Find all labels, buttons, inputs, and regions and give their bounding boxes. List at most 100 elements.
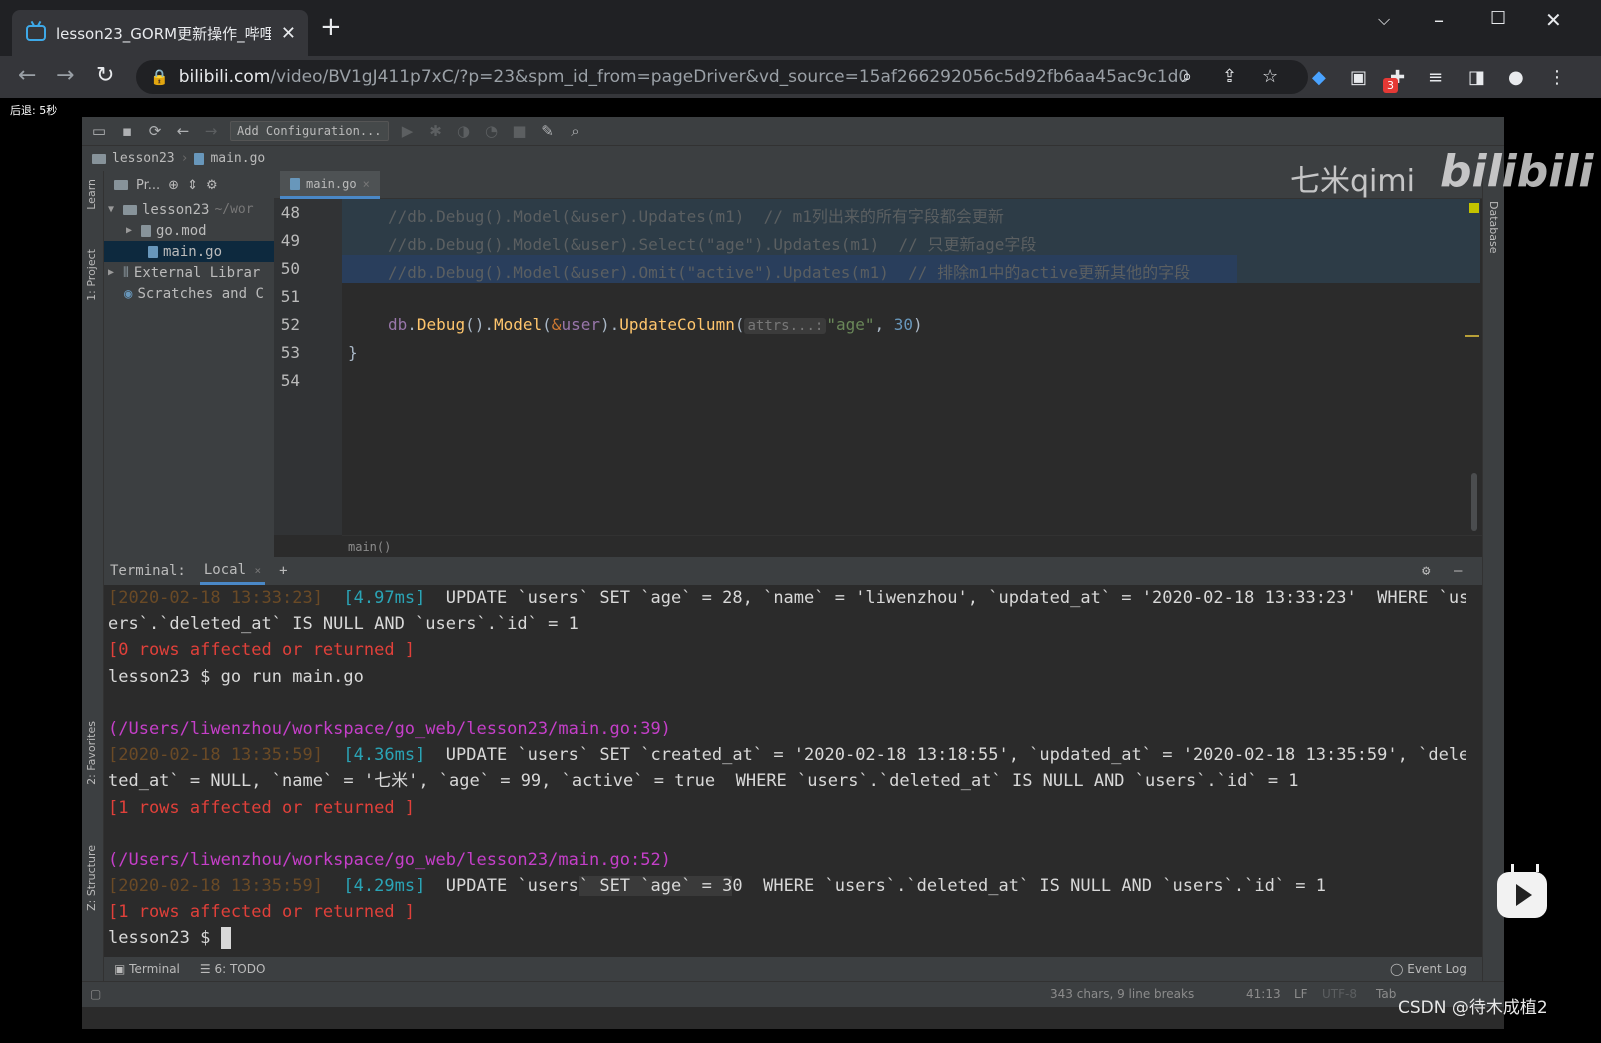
parameter-hint: attrs...: [744, 318, 827, 334]
terminal-label: Terminal: [110, 563, 186, 579]
list-icon: ☰ [199, 962, 211, 976]
shield-extension-icon[interactable]: ◆ [1312, 67, 1326, 88]
gear-icon[interactable]: ⚙ [206, 178, 218, 193]
database-tool-tab[interactable]: Database [1487, 201, 1500, 254]
favorites-tool-tab[interactable]: 2: Favorites [85, 721, 98, 785]
terminal-line: [1 rows affected or returned ] [108, 902, 416, 923]
open-folder-icon[interactable]: ▭ [90, 122, 108, 140]
reading-list-icon[interactable]: ≡ [1428, 67, 1443, 88]
indent-setting[interactable]: Tab [1376, 987, 1396, 1001]
line-number: 48 [280, 203, 300, 222]
locate-icon[interactable]: ⊕ [168, 178, 179, 193]
tree-item-scratches[interactable]: ◉ Scratches and C [104, 283, 274, 304]
forward-icon[interactable]: → [202, 122, 220, 140]
maximize-icon[interactable]: ☐ [1490, 8, 1506, 29]
expanded-arrow-icon[interactable]: ▼ [108, 204, 118, 215]
project-view-selector[interactable]: Pr... [136, 178, 160, 193]
editor-scrollbar[interactable] [1471, 473, 1477, 531]
wrench-settings-icon[interactable]: ✎ [539, 122, 557, 140]
collapsed-arrow-icon[interactable]: ▶ [126, 225, 136, 236]
left-tool-strip: Learn 1: Project 2: Favorites Z: Structu… [82, 171, 104, 1007]
event-log-icon: ◯ [1390, 962, 1404, 976]
browser-tab[interactable]: lesson23_GORM更新操作_哔哩 ✕ [12, 10, 308, 56]
tree-item-label: go.mod [156, 222, 207, 239]
editor-tab-main-go[interactable]: main.go × [280, 171, 380, 199]
code-editor[interactable]: //db.Debug().Model(&user).Updates(m1) //… [342, 199, 1482, 535]
search-icon[interactable]: ⌕ [567, 122, 585, 140]
tree-item-label: main.go [163, 243, 223, 260]
line-number: 54 [280, 371, 300, 390]
collapsed-arrow-icon[interactable]: ▶ [108, 267, 118, 278]
terminal-header: Terminal: Local × + ⚙ – [104, 557, 1482, 585]
add-configuration-button[interactable]: Add Configuration... [230, 121, 389, 141]
forward-arrow-icon[interactable]: → [56, 63, 74, 88]
lock-icon: 🔒 [150, 68, 169, 86]
project-panel-header: Pr... ⊕ ⇕ ⚙ [104, 171, 274, 199]
event-log-tool-tab[interactable]: ◯ Event Log [1390, 962, 1467, 976]
hide-panel-icon[interactable]: – [1454, 563, 1462, 579]
caret-position[interactable]: 41:13 [1246, 987, 1281, 1001]
side-panel-icon[interactable]: ◨ [1468, 67, 1485, 88]
learn-tool-tab[interactable]: Learn [85, 179, 98, 210]
url-text[interactable]: bilibili.com/video/BV1gJ411p7xC/?p=23&sp… [179, 67, 1190, 87]
close-window-icon[interactable]: ✕ [1545, 8, 1562, 32]
tree-item-label: External Librar [133, 264, 261, 281]
tree-item-label: Scratches and C [137, 285, 264, 302]
address-bar[interactable]: 🔒 bilibili.com/video/BV1gJ411p7xC/?p=23&… [136, 60, 1308, 94]
bookmark-star-icon[interactable]: ☆ [1262, 66, 1278, 87]
tree-item-go-mod[interactable]: ▶ go.mod [104, 220, 274, 241]
play-button-icon[interactable] [1497, 864, 1547, 918]
collapse-icon[interactable]: ⇕ [187, 178, 198, 193]
tab-close-icon[interactable]: ✕ [281, 23, 296, 44]
close-tab-icon[interactable]: × [254, 564, 261, 577]
browser-toolbar: ← → ↻ 🔒 bilibili.com/video/BV1gJ411p7xC/… [0, 56, 1601, 98]
terminal-line: [1 rows affected or returned ] [108, 797, 416, 818]
debug-icon[interactable]: ✱ [427, 122, 445, 140]
go-file-icon [148, 245, 158, 258]
breadcrumb-file[interactable]: main.go [210, 151, 265, 166]
tab-search-chevron-icon[interactable]: ⌵ [1378, 10, 1390, 30]
code-breadcrumb[interactable]: main() [342, 535, 1482, 557]
back-arrow-icon[interactable]: ← [18, 63, 36, 88]
stop-icon[interactable]: ■ [511, 122, 529, 140]
share-icon[interactable]: ⇪ [1222, 66, 1237, 87]
profile-icon[interactable]: ◔ [483, 122, 501, 140]
run-icon[interactable]: ▶ [399, 122, 417, 140]
tree-item-main-go[interactable]: main.go [104, 241, 274, 262]
terminal-output[interactable]: [2020-02-18 13:33:23] [4.97ms] UPDATE `u… [104, 585, 1466, 957]
inspection-warning-marker[interactable] [1469, 203, 1479, 213]
coverage-icon[interactable]: ◑ [455, 122, 473, 140]
screen-extension-icon[interactable]: ▣ [1350, 67, 1367, 88]
save-icon[interactable]: ▪ [118, 122, 136, 140]
bilibili-favicon-icon [26, 25, 46, 41]
todo-tool-tab[interactable]: ☰ 6: TODO [200, 962, 266, 976]
layout-toggle-icon[interactable]: ▢ [90, 987, 101, 1001]
terminal-line: ted_at` = NULL, `name` = '七米', `age` = 9… [108, 771, 1299, 792]
terminal-tab-local[interactable]: Local × [199, 558, 266, 585]
gear-icon[interactable]: ⚙ [1422, 563, 1430, 579]
structure-tool-tab[interactable]: Z: Structure [85, 845, 98, 911]
back-icon[interactable]: ← [174, 122, 192, 140]
minimize-icon[interactable]: – [1434, 8, 1444, 32]
terminal-tool-tab[interactable]: ▣ Terminal [114, 962, 180, 976]
new-tab-button[interactable]: + [320, 14, 342, 40]
line-number: 51 [280, 287, 300, 306]
zoom-icon[interactable]: ⌕ [1182, 66, 1192, 87]
tree-item-external-libraries[interactable]: ▶ ⫴ External Librar [104, 262, 274, 283]
new-terminal-plus-icon[interactable]: + [279, 563, 287, 579]
tree-item-lesson23[interactable]: ▼ lesson23 ~/wor [104, 199, 274, 220]
project-view-icon [114, 180, 128, 190]
close-tab-icon[interactable]: × [363, 177, 370, 191]
breadcrumb-project[interactable]: lesson23 [112, 151, 175, 166]
file-encoding[interactable]: UTF-8 [1322, 987, 1357, 1001]
terminal-line: (/Users/liwenzhou/workspace/go_web/lesso… [108, 718, 671, 739]
project-tool-tab[interactable]: 1: Project [85, 249, 98, 301]
sync-icon[interactable]: ⟳ [146, 122, 164, 140]
profile-avatar-icon[interactable]: ● [1508, 67, 1524, 88]
scrollbar-marker[interactable] [1465, 335, 1479, 337]
menu-kebab-icon[interactable]: ⋮ [1548, 67, 1566, 88]
code-line-48: //db.Debug().Model(&user).Updates(m1) //… [388, 207, 1004, 226]
line-separator[interactable]: LF [1294, 987, 1308, 1001]
reload-icon[interactable]: ↻ [96, 63, 114, 88]
